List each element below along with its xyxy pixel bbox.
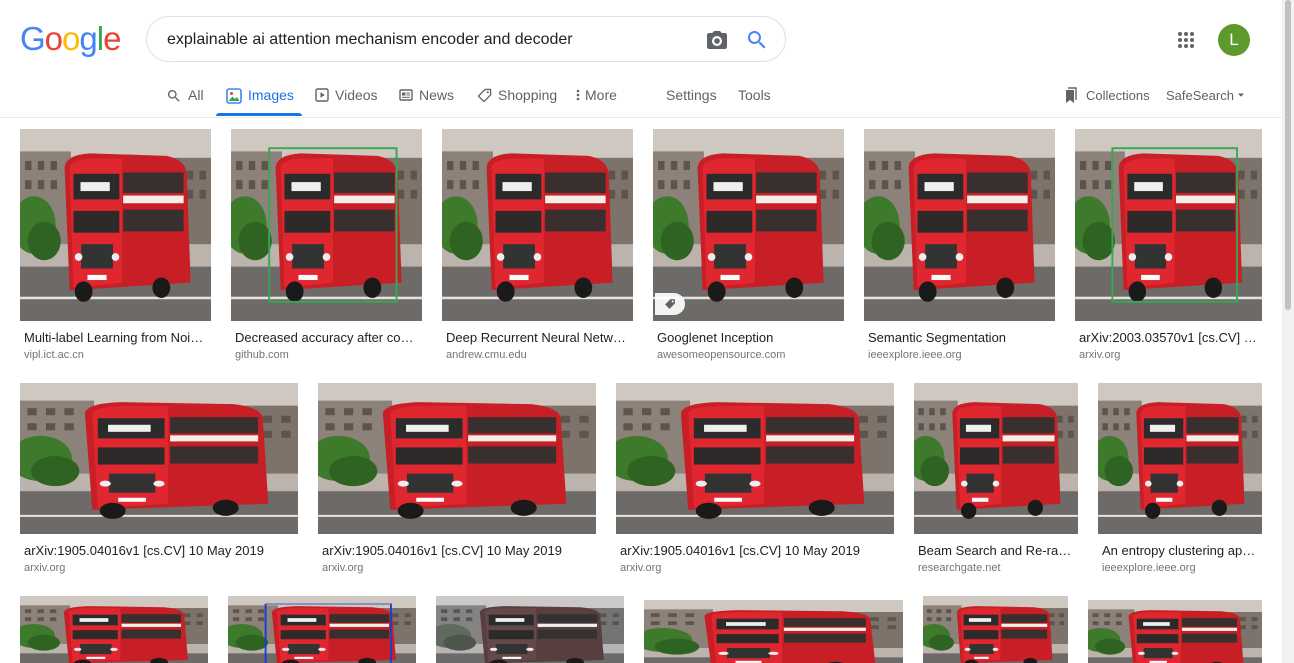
image-result[interactable] — [436, 596, 624, 663]
image-result[interactable]: An entropy clustering appr… ieeexplore.ie… — [1098, 383, 1262, 578]
google-logo[interactable]: Google — [20, 22, 121, 55]
result-source[interactable]: ieeexplore.ieee.org — [1102, 562, 1260, 574]
header-divider — [0, 117, 1282, 118]
result-thumbnail[interactable] — [616, 383, 894, 534]
tools-link[interactable]: Tools — [738, 86, 771, 118]
tab-more-label: More — [585, 87, 617, 103]
image-result[interactable]: Googlenet Inception awesomeopensource.com — [653, 129, 844, 365]
bookmark-icon — [1066, 87, 1077, 103]
result-title[interactable]: Semantic Segmentation — [868, 330, 1053, 345]
video-icon — [315, 88, 329, 102]
safesearch-label: SafeSearch — [1166, 88, 1234, 103]
scrollbar-thumb[interactable] — [1285, 0, 1291, 310]
result-thumbnail[interactable] — [20, 596, 208, 663]
result-thumbnail[interactable] — [1075, 129, 1262, 321]
search-tabs: All Images Videos News Shopping More Set… — [0, 86, 1282, 118]
result-title[interactable]: arXiv:1905.04016v1 [cs.CV] 10 May 2019 — [620, 543, 892, 558]
image-result[interactable]: arXiv:2003.03570v1 [cs.CV] 7 … arxiv.org — [1075, 129, 1262, 365]
tab-news-label: News — [419, 87, 455, 103]
product-tag-badge — [655, 293, 685, 315]
image-result[interactable]: Deep Recurrent Neural Network… andrew.cmu… — [442, 129, 633, 365]
more-vert-icon — [576, 89, 580, 101]
result-source[interactable]: arxiv.org — [322, 562, 594, 574]
search-box — [146, 16, 786, 62]
result-thumbnail[interactable] — [228, 596, 416, 663]
image-result[interactable]: arXiv:1905.04016v1 [cs.CV] 10 May 2019 ar… — [616, 383, 894, 578]
image-icon — [226, 88, 242, 104]
image-result[interactable] — [20, 596, 208, 663]
result-source[interactable]: vipl.ict.ac.cn — [24, 349, 209, 361]
result-thumbnail[interactable] — [1098, 383, 1262, 534]
result-source[interactable]: github.com — [235, 349, 420, 361]
image-result[interactable] — [228, 596, 416, 663]
result-title[interactable]: arXiv:1905.04016v1 [cs.CV] 10 May 2019 — [322, 543, 594, 558]
image-result[interactable]: Decreased accuracy after conv… github.com — [231, 129, 422, 365]
tab-more[interactable]: More — [575, 86, 617, 118]
image-result[interactable]: Multi-label Learning from Noisy… vipl.ict… — [20, 129, 211, 365]
result-thumbnail[interactable] — [442, 129, 633, 321]
result-title[interactable]: Googlenet Inception — [657, 330, 842, 345]
result-thumbnail[interactable] — [1088, 600, 1262, 663]
collections-button[interactable]: Collections — [1063, 87, 1150, 119]
image-result[interactable]: arXiv:1905.04016v1 [cs.CV] 10 May 2019 ar… — [318, 383, 596, 578]
result-title[interactable]: arXiv:2003.03570v1 [cs.CV] 7 … — [1079, 330, 1260, 345]
image-result[interactable]: arXiv:1905.04016v1 [cs.CV] 10 May 2019 ar… — [20, 383, 298, 578]
result-thumbnail[interactable] — [914, 383, 1078, 534]
image-result[interactable] — [644, 600, 903, 663]
result-title[interactable]: arXiv:1905.04016v1 [cs.CV] 10 May 2019 — [24, 543, 296, 558]
search-icon[interactable] — [745, 28, 769, 52]
image-result[interactable]: Beam Search and Re-ranki… researchgate.ne… — [914, 383, 1078, 578]
scrollbar[interactable] — [1282, 0, 1294, 663]
result-source[interactable]: awesomeopensource.com — [657, 349, 842, 361]
result-title[interactable]: An entropy clustering appr… — [1102, 543, 1260, 558]
tab-videos[interactable]: Videos — [315, 86, 378, 118]
result-thumbnail[interactable] — [653, 129, 844, 321]
result-thumbnail[interactable] — [923, 596, 1068, 663]
result-source[interactable]: arxiv.org — [620, 562, 892, 574]
result-source[interactable]: researchgate.net — [918, 562, 1076, 574]
active-tab-indicator — [216, 113, 302, 116]
result-thumbnail[interactable] — [436, 596, 624, 663]
search-icon — [167, 90, 180, 102]
search-input[interactable] — [167, 27, 687, 53]
result-source[interactable]: arxiv.org — [24, 562, 296, 574]
tools-label: Tools — [738, 87, 771, 103]
tab-news[interactable]: News — [399, 86, 454, 118]
result-thumbnail[interactable] — [20, 129, 211, 321]
tag-icon — [477, 88, 492, 103]
result-source[interactable]: arxiv.org — [1079, 349, 1260, 361]
news-icon — [399, 89, 413, 101]
result-title[interactable]: Multi-label Learning from Noisy… — [24, 330, 209, 345]
result-thumbnail[interactable] — [864, 129, 1055, 321]
settings-label: Settings — [666, 87, 717, 103]
result-source[interactable]: ieeexplore.ieee.org — [868, 349, 1053, 361]
tab-all[interactable]: All — [166, 86, 204, 118]
settings-link[interactable]: Settings — [666, 86, 717, 118]
result-thumbnail[interactable] — [20, 383, 298, 534]
result-title[interactable]: Deep Recurrent Neural Network… — [446, 330, 631, 345]
image-result[interactable] — [923, 596, 1068, 663]
tab-videos-label: Videos — [335, 87, 378, 103]
tab-all-label: All — [188, 87, 204, 103]
tag-icon — [665, 299, 675, 309]
tab-images-label: Images — [248, 87, 294, 103]
result-thumbnail[interactable] — [644, 600, 903, 663]
avatar[interactable]: L — [1218, 24, 1250, 56]
result-title[interactable]: Beam Search and Re-ranki… — [918, 543, 1076, 558]
result-title[interactable]: Decreased accuracy after conv… — [235, 330, 420, 345]
result-thumbnail[interactable] — [231, 129, 422, 321]
result-source[interactable]: andrew.cmu.edu — [446, 349, 631, 361]
tab-shopping[interactable]: Shopping — [477, 86, 557, 118]
camera-icon[interactable] — [705, 28, 729, 52]
apps-grid-icon[interactable] — [1174, 28, 1198, 52]
result-thumbnail[interactable] — [318, 383, 596, 534]
tab-shopping-label: Shopping — [498, 87, 558, 103]
image-result[interactable] — [1088, 600, 1262, 663]
image-result[interactable]: Semantic Segmentation ieeexplore.ieee.org — [864, 129, 1055, 365]
collections-label: Collections — [1086, 88, 1150, 103]
chevron-down-icon — [1237, 93, 1244, 97]
safesearch-dropdown[interactable]: SafeSearch — [1166, 87, 1252, 119]
